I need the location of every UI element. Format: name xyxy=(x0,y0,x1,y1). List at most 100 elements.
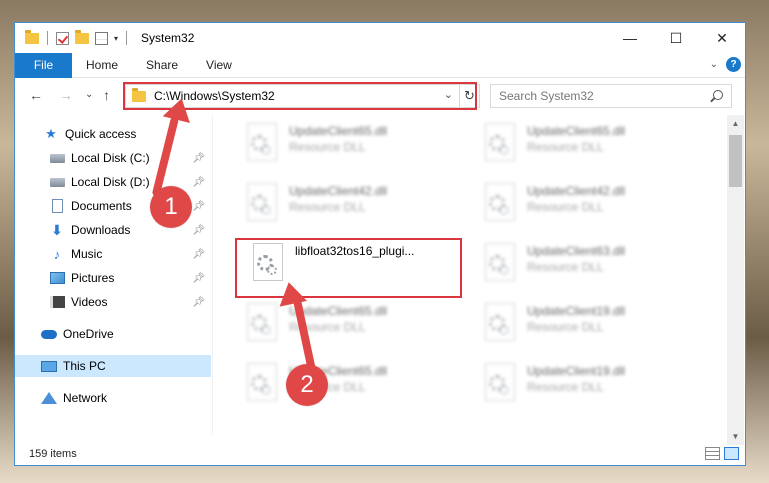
sidebar-item-label: Documents xyxy=(71,199,132,213)
pin-icon[interactable]: 📌︎ xyxy=(192,249,205,260)
view-buttons xyxy=(705,447,739,460)
dll-file-icon xyxy=(483,303,517,343)
item-count: 159 items xyxy=(29,448,77,460)
file-name: UpdateClient65.dll xyxy=(527,124,626,138)
sidebar-item-quick-access[interactable]: ★ Quick access xyxy=(15,123,211,145)
star-icon: ★ xyxy=(45,126,57,141)
up-arrow-icon[interactable]: ↑ xyxy=(103,87,110,103)
file-type: Resource DLL xyxy=(527,200,604,214)
sidebar-item-label: Music xyxy=(71,247,103,261)
pin-icon[interactable]: 📌︎ xyxy=(192,201,205,212)
tab-view[interactable]: View xyxy=(192,53,246,78)
pane-divider[interactable] xyxy=(212,115,213,435)
tab-file[interactable]: File xyxy=(15,52,72,78)
toolbar-separator xyxy=(47,31,48,45)
file-item[interactable]: UpdateClient42.dll Resource DLL xyxy=(483,183,683,235)
recent-locations-chevron-icon[interactable]: ⌄ xyxy=(85,89,93,100)
help-icon[interactable]: ? xyxy=(726,57,741,72)
document-icon xyxy=(49,199,65,213)
disk-icon xyxy=(49,175,65,189)
onedrive-icon xyxy=(41,327,57,341)
file-type: Resource DLL xyxy=(527,140,604,154)
videos-icon xyxy=(49,295,65,309)
file-type: Resource DLL xyxy=(527,320,604,334)
pin-icon[interactable]: 📌︎ xyxy=(192,177,205,188)
sidebar-item-label: Pictures xyxy=(71,271,115,285)
file-name: UpdateClient65.dll xyxy=(289,124,388,138)
tab-home[interactable]: Home xyxy=(72,53,132,78)
file-name: UpdateClient19.dll xyxy=(527,364,626,378)
pin-icon[interactable]: 📌︎ xyxy=(192,225,205,236)
quick-access-toolbar: ▾ System32 xyxy=(15,29,195,45)
close-button[interactable]: ✕ xyxy=(699,23,745,53)
file-item[interactable]: UpdateClient65.dll Resource DLL xyxy=(483,123,683,175)
file-type: Resource DLL xyxy=(527,380,604,394)
sidebar-item-pictures[interactable]: Pictures 📌︎ xyxy=(15,267,211,289)
customize-toolbar-dropdown-icon[interactable]: ▾ xyxy=(114,34,118,43)
sidebar-item-onedrive[interactable]: OneDrive xyxy=(15,323,211,345)
file-name: UpdateClient63.dll xyxy=(527,244,626,258)
network-icon xyxy=(41,391,57,405)
scroll-up-arrow-icon[interactable]: ▲ xyxy=(727,115,744,132)
sidebar-item-label: Network xyxy=(63,391,108,405)
dll-file-icon xyxy=(483,183,517,223)
minimize-button[interactable]: — xyxy=(607,23,653,53)
file-name: UpdateClient42.dll xyxy=(527,184,626,198)
pictures-icon xyxy=(49,271,65,285)
this-pc-icon xyxy=(41,359,57,373)
dll-file-icon xyxy=(483,363,517,403)
sidebar-item-label: This PC xyxy=(63,359,106,373)
navigation-pane: ★ Quick access Local Disk (C:) 📌︎ Local … xyxy=(15,115,211,439)
back-arrow-icon[interactable]: ← xyxy=(29,87,43,103)
window-controls: — ☐ ✕ xyxy=(607,23,745,53)
pin-icon[interactable]: 📌︎ xyxy=(192,297,205,308)
file-item[interactable]: UpdateClient65.dllResource DLL xyxy=(245,363,445,415)
folder-icon xyxy=(25,29,39,44)
dll-file-icon xyxy=(245,123,279,163)
maximize-button[interactable]: ☐ xyxy=(653,23,699,53)
file-name: UpdateClient19.dll xyxy=(527,304,626,318)
expand-ribbon-chevron-icon[interactable]: ⌄ xyxy=(710,59,718,70)
sidebar-item-label: Local Disk (C:) xyxy=(71,151,150,165)
dll-file-icon xyxy=(245,363,279,403)
music-icon: ♪ xyxy=(53,246,61,262)
sidebar-item-label: Videos xyxy=(71,295,108,309)
file-item[interactable]: UpdateClient19.dll Resource DLL xyxy=(483,363,683,415)
file-item[interactable]: UpdateClient65.dllResource DLL xyxy=(245,123,445,175)
details-view-icon[interactable] xyxy=(705,447,720,460)
step-1-badge: 1 xyxy=(150,186,192,228)
file-item[interactable]: UpdateClient63.dll Resource DLL xyxy=(483,243,683,295)
sidebar-item-label: Quick access xyxy=(65,127,137,141)
ribbon-right-controls: ⌄ ? xyxy=(710,57,741,72)
file-type: Resource DLL xyxy=(527,260,604,274)
sidebar-item-label: OneDrive xyxy=(63,327,114,341)
dll-file-icon xyxy=(483,243,517,283)
file-item[interactable]: UpdateClient19.dll Resource DLL xyxy=(483,303,683,355)
sidebar-item-this-pc[interactable]: This PC xyxy=(15,355,211,377)
forward-arrow-icon[interactable]: → xyxy=(59,87,73,103)
search-box[interactable] xyxy=(490,84,732,108)
new-folder-icon[interactable] xyxy=(75,29,89,44)
file-name: UpdateClient42.dll xyxy=(289,184,388,198)
sidebar-item-local-disk-c[interactable]: Local Disk (C:) 📌︎ xyxy=(15,147,211,169)
sidebar-item-network[interactable]: Network xyxy=(15,387,211,409)
pin-icon[interactable]: 📌︎ xyxy=(192,153,205,164)
properties-check-icon[interactable] xyxy=(56,31,69,45)
search-input[interactable] xyxy=(499,89,699,103)
sidebar-item-label: Local Disk (D:) xyxy=(71,175,150,189)
ribbon-tabs: File Home Share View ⌄ ? xyxy=(15,52,745,78)
file-item[interactable]: UpdateClient65.dllResource DLL xyxy=(245,303,445,355)
properties-icon[interactable] xyxy=(95,31,108,45)
pin-icon[interactable]: 📌︎ xyxy=(192,273,205,284)
dll-file-icon xyxy=(483,123,517,163)
search-icon[interactable] xyxy=(713,90,723,100)
sidebar-item-music[interactable]: ♪ Music 📌︎ xyxy=(15,243,211,265)
window-title: System32 xyxy=(141,31,195,45)
file-highlight xyxy=(235,238,462,298)
scrollbar-thumb[interactable] xyxy=(729,135,742,187)
large-icons-view-icon[interactable] xyxy=(724,447,739,460)
sidebar-item-videos[interactable]: Videos 📌︎ xyxy=(15,291,211,313)
file-item[interactable]: UpdateClient42.dll Resource DLL xyxy=(245,183,445,235)
tab-share[interactable]: Share xyxy=(132,53,192,78)
vertical-scrollbar[interactable]: ▲ ▼ xyxy=(727,115,744,445)
